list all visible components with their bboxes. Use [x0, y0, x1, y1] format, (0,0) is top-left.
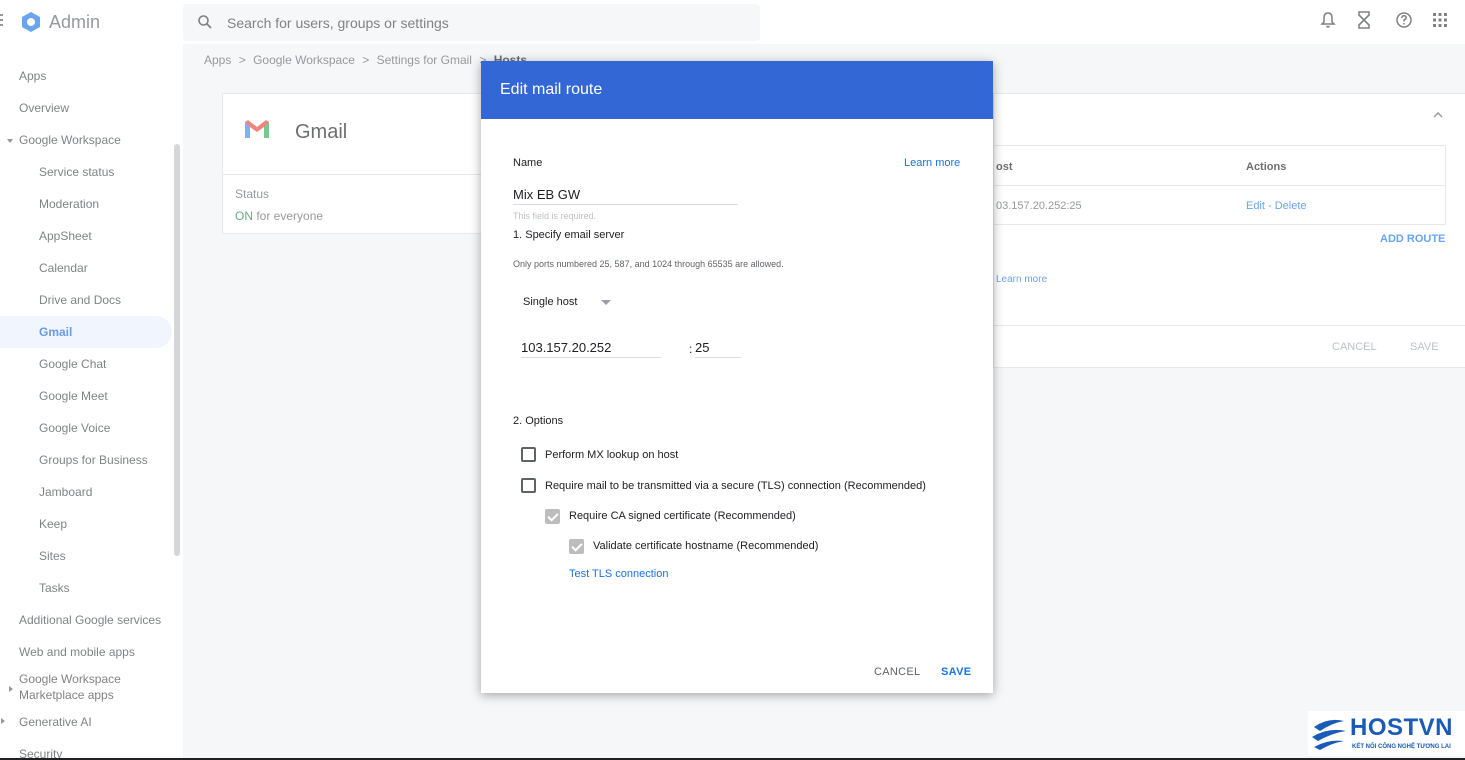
hostvn-watermark: HOSTVN KẾT NỐI CÔNG NGHỆ TƯƠNG LAI [1308, 711, 1465, 756]
host-type-select[interactable]: Single host [523, 296, 613, 312]
edit-mail-route-dialog: Edit mail route Name Learn more This fie… [481, 61, 993, 693]
require-tls-label[interactable]: Require mail to be transmitted via a sec… [545, 480, 926, 492]
watermark-tagline: KẾT NỐI CÔNG NGHỆ TƯƠNG LAI [1352, 744, 1451, 750]
port-input[interactable] [695, 340, 741, 358]
test-tls-connection-link[interactable]: Test TLS connection [569, 568, 668, 580]
mx-lookup-checkbox[interactable] [521, 447, 536, 462]
validate-hostname-checkbox[interactable] [569, 539, 584, 554]
section-options: 2. Options [513, 415, 564, 427]
require-ca-label[interactable]: Require CA signed certificate (Recommend… [569, 510, 796, 522]
require-tls-checkbox[interactable] [521, 478, 536, 493]
route-name-input[interactable] [513, 187, 738, 205]
save-button[interactable]: SAVE [941, 666, 971, 678]
port-separator: : [689, 342, 693, 356]
dialog-header: Edit mail route [481, 61, 993, 119]
ports-hint: Only ports numbered 25, 587, and 1024 th… [513, 259, 784, 269]
name-label: Name [513, 157, 543, 169]
host-input[interactable] [521, 340, 661, 358]
dialog-title: Edit mail route [500, 81, 603, 98]
hostvn-logo-icon [1312, 719, 1346, 750]
learn-more-link[interactable]: Learn more [904, 157, 960, 169]
validate-hostname-label[interactable]: Validate certificate hostname (Recommend… [593, 540, 818, 552]
name-required-hint: This field is required. [513, 211, 597, 221]
host-type-value: Single host [523, 296, 578, 308]
dropdown-caret-icon [601, 300, 611, 305]
mx-lookup-label[interactable]: Perform MX lookup on host [545, 449, 678, 461]
section-email-server: 1. Specify email server [513, 229, 625, 241]
cancel-button[interactable]: CANCEL [874, 666, 920, 678]
watermark-brand: HOSTVN [1350, 714, 1454, 741]
require-ca-checkbox[interactable] [545, 509, 560, 524]
